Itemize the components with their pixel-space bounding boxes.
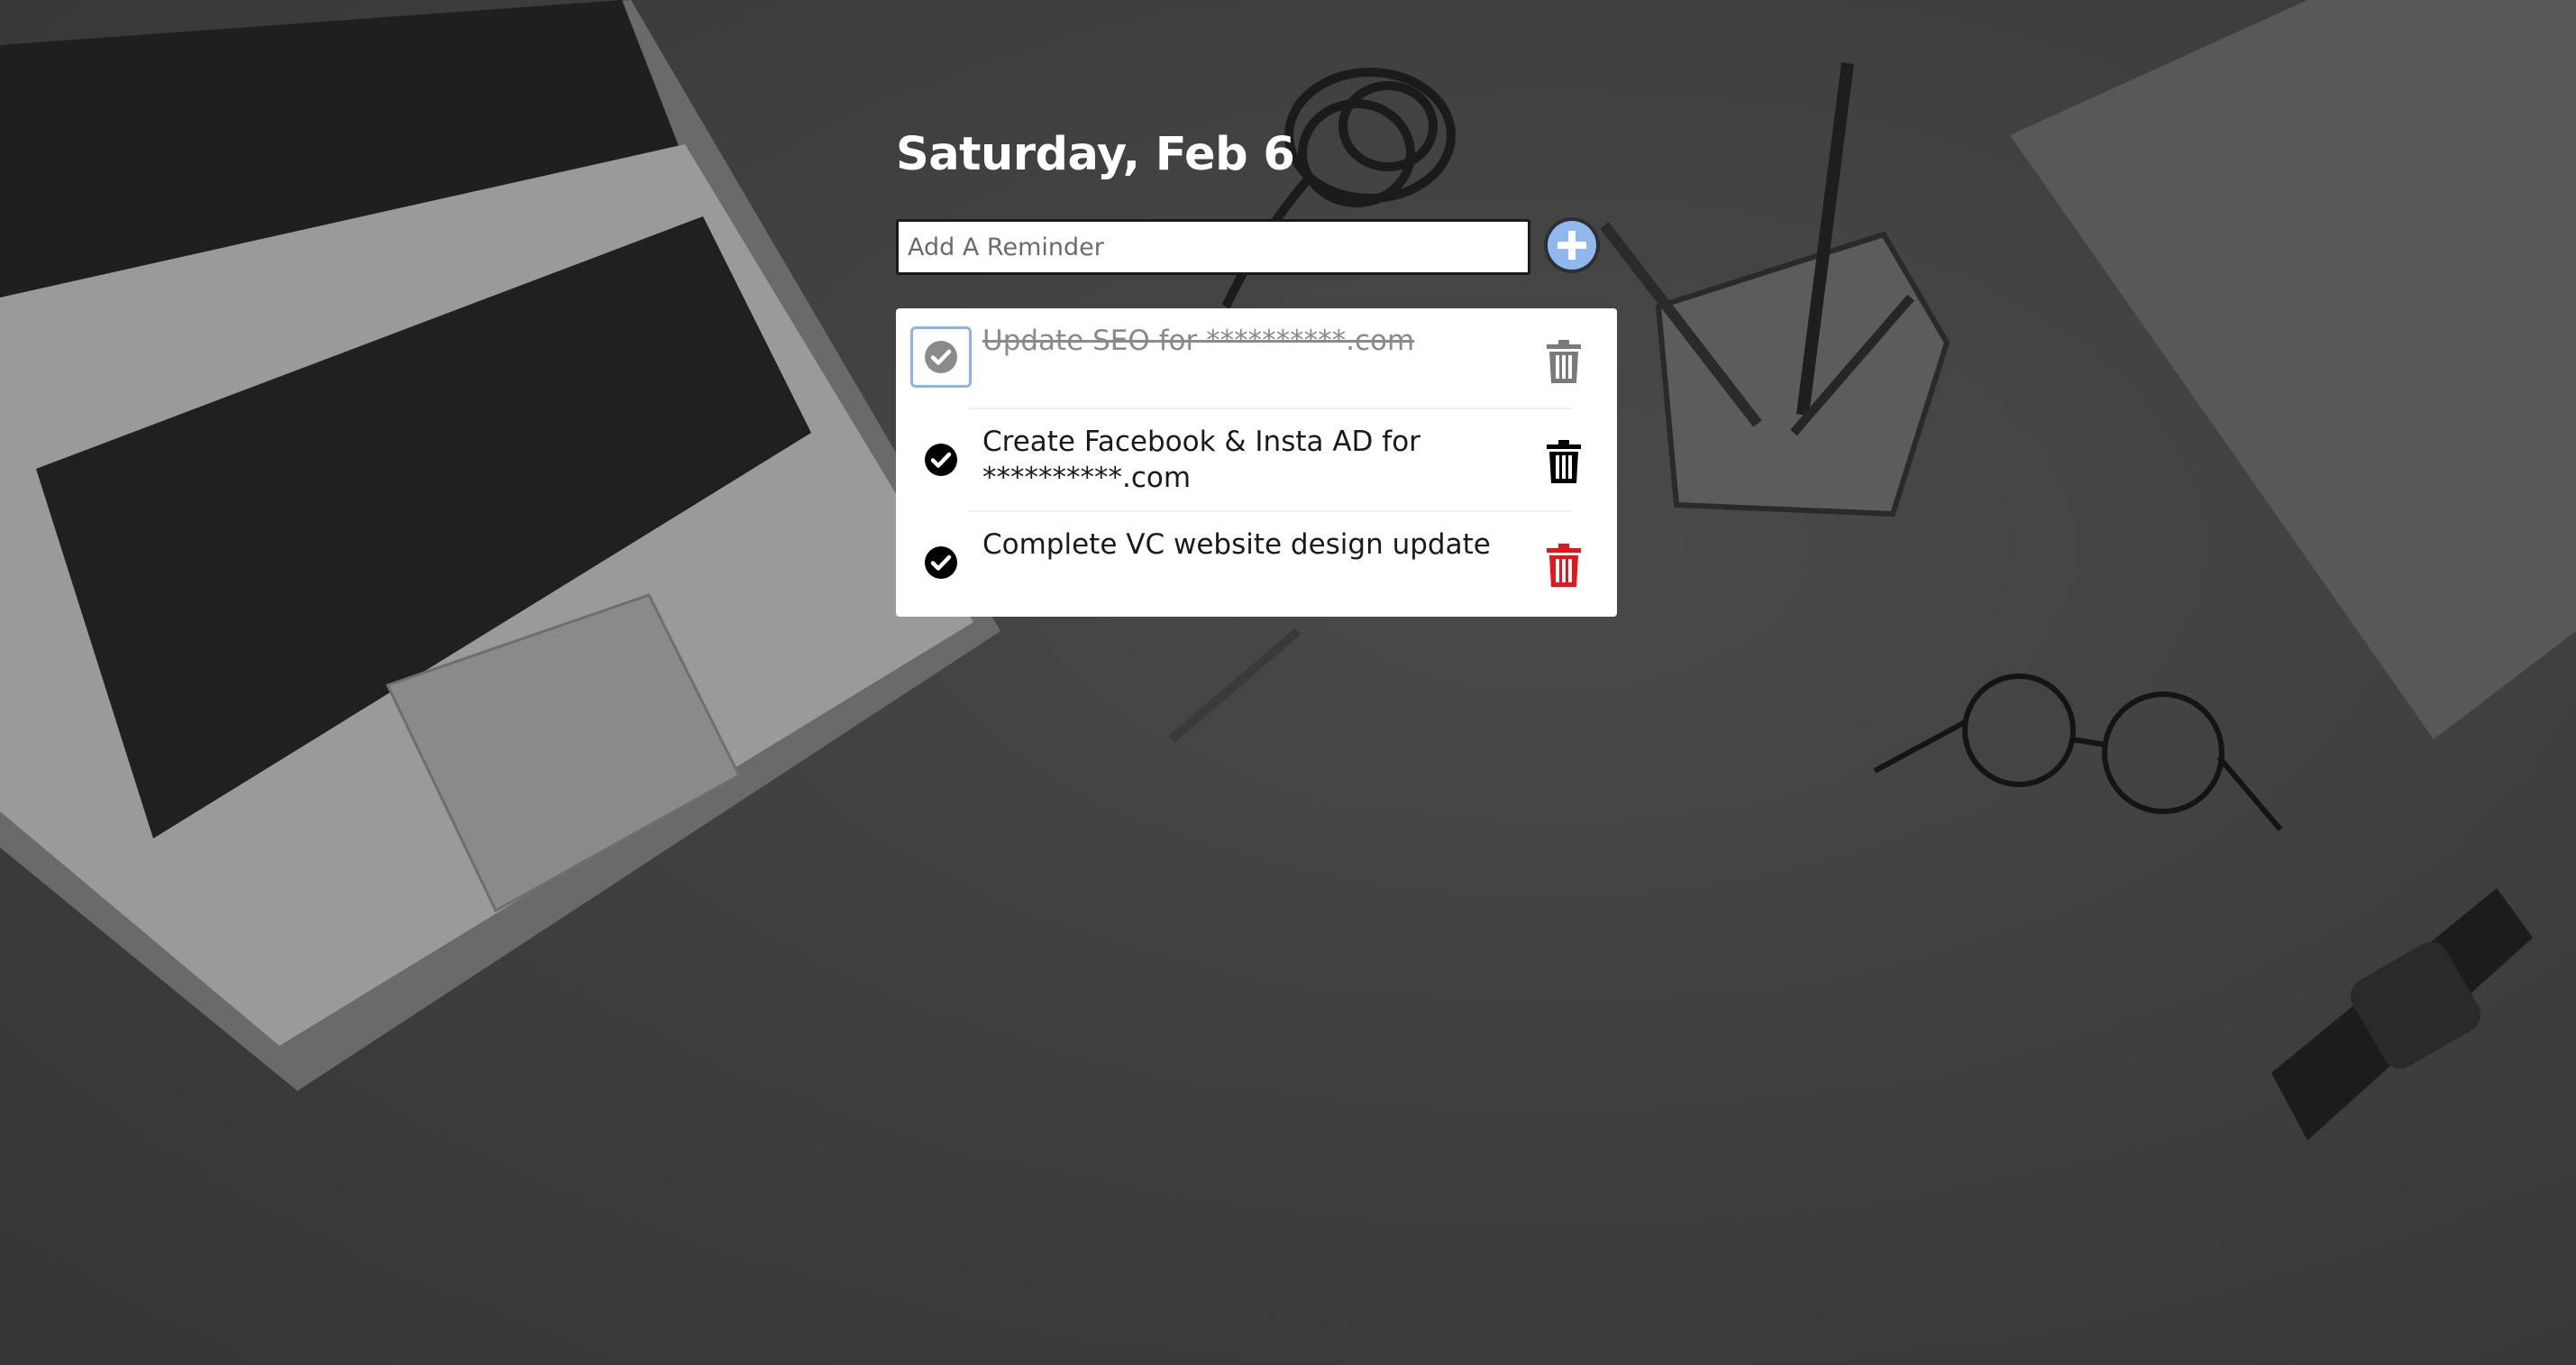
- add-reminder-button[interactable]: [1544, 217, 1600, 273]
- complete-toggle-button[interactable]: [910, 532, 972, 593]
- item-divider: [968, 510, 1572, 512]
- reminder-list: Update SEO for **********.com Create Fac…: [896, 308, 1617, 617]
- trash-icon: [1547, 340, 1581, 383]
- reminder-app: Saturday, Feb 6 Update SEO for *********…: [896, 121, 1617, 617]
- check-circle-icon: [925, 444, 957, 476]
- desk-illustration: [0, 0, 2576, 1141]
- notebook-image: [2010, 0, 2576, 739]
- laptop-image: [0, 0, 1000, 1091]
- trash-icon: [1547, 544, 1581, 587]
- reminder-text: Complete VC website design update: [982, 528, 1491, 561]
- delete-button[interactable]: [1545, 439, 1583, 484]
- delete-button[interactable]: [1545, 339, 1583, 384]
- delete-button[interactable]: [1545, 543, 1583, 588]
- list-item: Complete VC website design update: [896, 514, 1617, 615]
- pencil-holder-image: [1600, 62, 1950, 518]
- page-title: Saturday, Feb 6: [896, 128, 1295, 181]
- trash-icon: [1547, 440, 1581, 483]
- reminder-input[interactable]: [896, 219, 1530, 275]
- check-circle-icon: [925, 546, 957, 579]
- reminder-text: Update SEO for **********.com: [982, 325, 1415, 357]
- complete-toggle-button[interactable]: [910, 429, 972, 490]
- item-divider: [968, 408, 1572, 409]
- pen-image: [1168, 628, 1302, 743]
- smartwatch-image: [2271, 888, 2533, 1141]
- list-item: Create Facebook & Insta AD for *********…: [896, 411, 1617, 512]
- desk-background: [0, 0, 2576, 1365]
- plus-icon: [1548, 221, 1596, 270]
- complete-toggle-button[interactable]: [910, 326, 972, 388]
- add-reminder-row: [896, 217, 1617, 280]
- glasses-image: [1873, 673, 2283, 831]
- list-item: Update SEO for **********.com: [896, 308, 1617, 409]
- check-circle-icon: [925, 341, 957, 373]
- reminder-text: Create Facebook & Insta AD for *********…: [982, 426, 1420, 494]
